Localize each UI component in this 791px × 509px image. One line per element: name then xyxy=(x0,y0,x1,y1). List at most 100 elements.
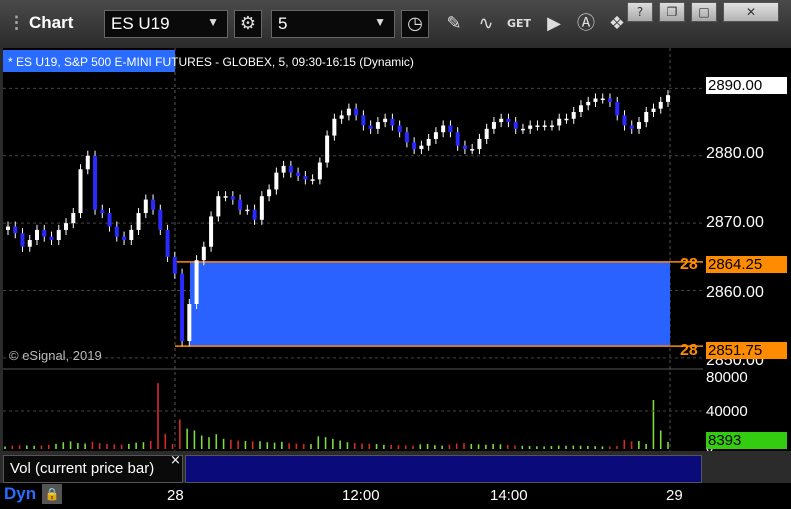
candle-body xyxy=(6,226,10,230)
candle-body xyxy=(607,98,612,102)
candle-body xyxy=(557,118,562,126)
candle-body xyxy=(136,213,141,230)
zone-top-price-label: 2864.25 xyxy=(706,256,787,273)
candle-body xyxy=(143,199,148,214)
candle-body xyxy=(288,165,293,173)
candle-body xyxy=(216,196,221,217)
price-tick: 2870.00 xyxy=(706,214,764,231)
last-price-label: 2890.00 xyxy=(706,77,787,94)
candle-body xyxy=(419,145,424,150)
lock-icon[interactable]: 🔒 xyxy=(42,484,62,504)
candle-body xyxy=(383,118,388,123)
candle-body xyxy=(267,189,272,197)
candle-body xyxy=(209,216,214,247)
candle-body xyxy=(593,98,598,102)
candle-body xyxy=(586,101,591,106)
candle-body xyxy=(93,155,98,210)
candle-body xyxy=(571,112,576,119)
candle-body xyxy=(20,233,25,247)
candle-body xyxy=(346,108,351,116)
candle-body xyxy=(368,125,373,129)
candle-body xyxy=(528,125,533,129)
candle-body xyxy=(339,115,344,119)
candle-body xyxy=(259,196,264,220)
chart-canvas xyxy=(3,48,703,451)
time-tick: 14:00 xyxy=(490,487,528,504)
candle-body xyxy=(549,125,554,127)
candle-body xyxy=(361,115,366,126)
candle-body xyxy=(412,142,417,150)
volume-tick: 40000 xyxy=(706,403,748,420)
candle-body xyxy=(535,125,540,127)
candle-body xyxy=(151,199,156,210)
candle-body xyxy=(194,260,199,304)
candle-body xyxy=(223,196,228,198)
candle-body xyxy=(477,138,482,150)
volume-legend-strip xyxy=(185,455,702,483)
candle-body xyxy=(390,118,395,126)
price-zone xyxy=(190,261,670,347)
candle-body xyxy=(13,226,18,234)
candle-body xyxy=(325,135,330,163)
candle-body xyxy=(85,155,90,170)
candle-body xyxy=(658,101,663,109)
candle-body xyxy=(100,209,105,214)
candle-body xyxy=(310,179,315,181)
candle-body xyxy=(455,132,460,146)
candle-body xyxy=(42,229,47,237)
candle-body xyxy=(129,229,134,240)
candle-body xyxy=(35,229,40,240)
time-tick: 28 xyxy=(167,487,184,504)
candle-body xyxy=(375,122,380,129)
candle-body xyxy=(491,122,496,129)
candle-body xyxy=(600,98,605,101)
candle-body xyxy=(462,145,467,150)
close-icon[interactable]: × xyxy=(170,453,181,468)
candle-body xyxy=(404,132,409,143)
candle-body xyxy=(484,128,489,139)
zone-bottom-price-label: 2851.75 xyxy=(706,342,787,359)
candle-body xyxy=(281,165,286,173)
candle-body xyxy=(122,236,127,240)
candle-body xyxy=(448,125,453,133)
volume-legend[interactable]: Vol (current price bar) xyxy=(3,455,183,483)
price-tick: 2860.00 xyxy=(706,284,764,301)
candle-body xyxy=(426,138,431,146)
candle-body xyxy=(296,172,301,176)
candle-body xyxy=(78,169,83,214)
candle-body xyxy=(354,108,359,116)
chart-info-text: * ES U19, S&P 500 E-MINI FUTURES - GLOBE… xyxy=(8,55,414,69)
candle-body xyxy=(499,118,504,123)
candle-body xyxy=(513,122,518,129)
candle-body xyxy=(651,108,656,112)
candle-body xyxy=(332,118,337,136)
candle-body xyxy=(397,125,402,133)
candle-body xyxy=(303,176,308,180)
candle-body xyxy=(27,240,32,247)
candle-body xyxy=(201,246,206,261)
candle-body xyxy=(470,149,475,151)
candle-body xyxy=(564,118,569,121)
candle-body xyxy=(441,125,446,133)
price-tick: 2880.00 xyxy=(706,145,764,162)
zone-bottom-label: 28 xyxy=(680,342,698,359)
candle-body xyxy=(666,95,670,102)
candle-body xyxy=(520,128,525,131)
candle-body xyxy=(158,209,163,230)
candle-body xyxy=(180,273,185,342)
dynamic-mode-button[interactable]: Dyn xyxy=(4,484,36,504)
candle-body xyxy=(230,196,235,200)
candle-body xyxy=(71,213,76,224)
candle-body xyxy=(252,209,257,220)
candle-body xyxy=(578,105,583,112)
time-tick: 29 xyxy=(666,487,683,504)
candle-body xyxy=(56,229,61,240)
candle-body xyxy=(165,229,170,257)
candle-body xyxy=(542,125,547,127)
candle-body xyxy=(433,132,438,139)
time-tick: 12:00 xyxy=(342,487,380,504)
candle-body xyxy=(317,162,322,180)
candle-body xyxy=(114,226,119,237)
candle-body xyxy=(615,101,620,116)
candle-body xyxy=(636,122,641,129)
